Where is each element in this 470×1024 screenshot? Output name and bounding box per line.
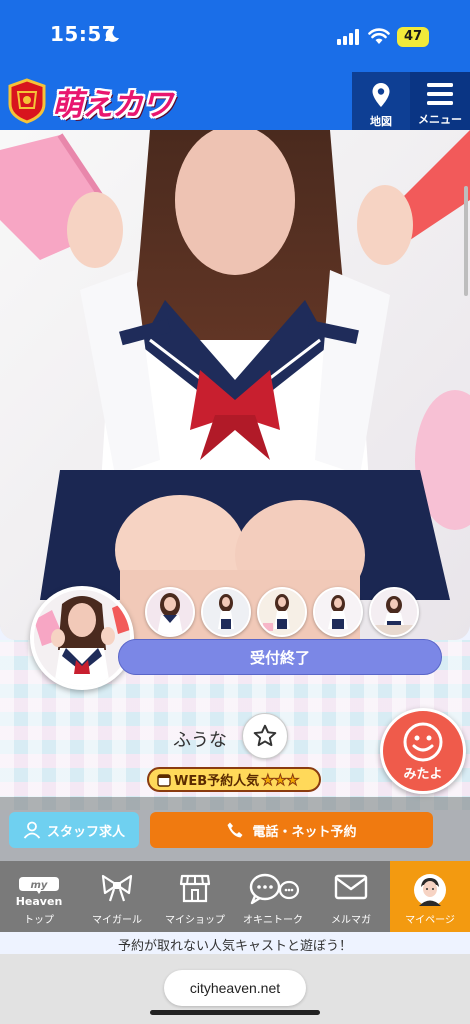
tab-label: マイページ xyxy=(405,915,455,926)
hamburger-icon xyxy=(427,83,453,105)
photo-thumbnail[interactable] xyxy=(313,587,363,637)
site-header: 萌えカワ 地図 メニュー xyxy=(0,72,470,130)
user-avatar-icon xyxy=(414,874,446,906)
promo-banner-text: 予約が取れない人気キャストと遊ぼう！ xyxy=(117,939,352,954)
bottom-tab-bar: my Heaven トップ マイガール マイショップ オキニトーク メルマガ マ… xyxy=(0,861,470,932)
photo-thumbnail[interactable] xyxy=(257,587,307,637)
phone-net-reserve-label: 電話・ネット予約 xyxy=(252,824,357,840)
tab-label: マイガール xyxy=(92,915,142,926)
phone-net-reserve-button[interactable]: 電話・ネット予約 xyxy=(150,812,433,848)
menu-button[interactable]: メニュー xyxy=(410,72,470,130)
tab-label: オキニトーク xyxy=(243,915,303,926)
web-badge-label: WEB予約人気 xyxy=(174,774,260,789)
mail-icon xyxy=(334,874,368,900)
mitayo-label: みたよ xyxy=(403,767,443,782)
map-button[interactable]: 地図 xyxy=(352,72,410,130)
photo-thumbnail[interactable] xyxy=(369,587,419,637)
tab-my-shop[interactable]: マイショップ xyxy=(156,861,234,932)
tab-label: トップ xyxy=(24,915,54,926)
tab-label: メルマガ xyxy=(331,915,371,926)
shop-logo-text: 萌えカワ xyxy=(52,86,173,123)
star-outline-icon xyxy=(253,724,277,747)
page-scrollbar[interactable] xyxy=(464,186,468,296)
reception-status-badge: 受付終了 xyxy=(118,639,442,675)
cast-name: ふうな xyxy=(173,730,227,751)
popularity-stars: ★★★ xyxy=(261,770,300,789)
shop-logo[interactable]: 萌えカワ xyxy=(6,78,173,124)
my-heaven-icon-text-top: my xyxy=(31,880,48,891)
staff-recruit-button[interactable]: スタッフ求人 xyxy=(9,812,139,848)
menu-label: メニュー xyxy=(418,113,462,126)
map-pin-icon xyxy=(372,83,390,107)
calendar-icon xyxy=(157,773,171,787)
tab-label: マイショップ xyxy=(165,915,225,926)
wifi-icon xyxy=(368,28,390,44)
web-reservation-popular-badge: WEB予約人気 ★★★ xyxy=(147,767,321,792)
mitayo-button[interactable]: みたよ xyxy=(380,708,466,794)
chat-icon xyxy=(249,873,300,905)
my-heaven-icon: my Heaven xyxy=(16,877,63,907)
photo-thumbnail[interactable] xyxy=(201,587,251,637)
tab-mail-magazine[interactable]: メルマガ xyxy=(312,861,390,932)
status-bar: 15:57 47 xyxy=(0,0,470,72)
tab-my-page[interactable]: マイページ xyxy=(390,861,470,932)
phone-icon xyxy=(227,822,243,838)
address-bar[interactable]: cityheaven.net xyxy=(164,970,306,1006)
tab-okini-talk[interactable]: オキニトーク xyxy=(234,861,312,932)
photo-thumbnail[interactable] xyxy=(145,587,195,637)
shop-icon xyxy=(179,874,211,903)
signal-icon xyxy=(337,29,359,45)
tab-top[interactable]: my Heaven トップ xyxy=(0,861,78,932)
cast-main-photo[interactable] xyxy=(0,130,470,640)
map-label: 地図 xyxy=(370,115,392,128)
photo-thumbnails xyxy=(145,587,419,637)
home-indicator[interactable] xyxy=(150,1010,320,1015)
shop-emblem-icon xyxy=(8,78,46,124)
cast-avatar[interactable] xyxy=(30,586,134,690)
moon-icon xyxy=(105,27,119,42)
person-icon xyxy=(23,821,41,839)
staff-recruit-label: スタッフ求人 xyxy=(46,824,125,840)
my-heaven-icon-text-bottom: Heaven xyxy=(16,895,63,907)
cast-photo-illustration xyxy=(0,130,470,640)
tab-my-girl[interactable]: マイガール xyxy=(78,861,156,932)
battery-indicator: 47 xyxy=(397,27,429,47)
favorite-button[interactable] xyxy=(242,713,288,759)
smiley-icon xyxy=(403,722,443,762)
ribbon-icon xyxy=(101,874,133,902)
